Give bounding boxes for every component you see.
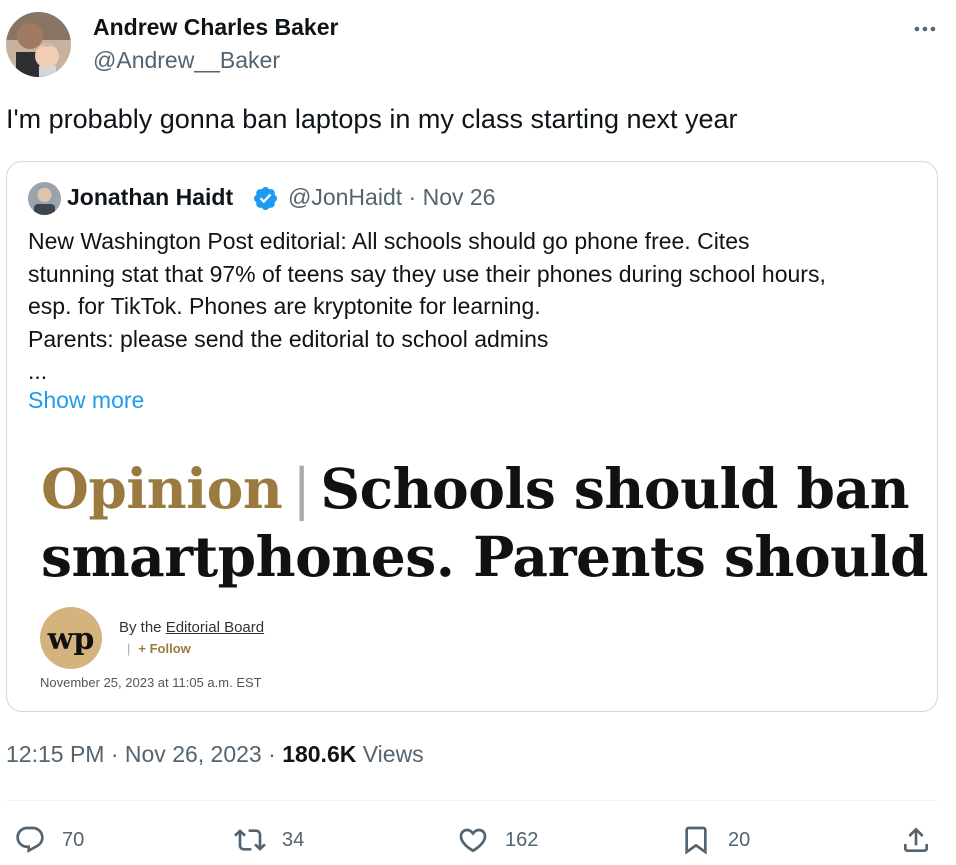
author-avatar[interactable] (6, 12, 71, 77)
like-button[interactable]: 162 (457, 822, 538, 858)
tweet-time[interactable]: 12:15 PM (6, 741, 104, 767)
tweet-text: I'm probably gonna ban laptops in my cla… (6, 104, 738, 134)
tweet-meta: 12:15 PM · Nov 26, 2023 · 180.6K Views (6, 741, 424, 768)
views-label: Views (362, 741, 424, 767)
svg-text:wp: wp (47, 622, 95, 657)
divider (6, 800, 938, 801)
byline-prefix: By the (119, 619, 162, 636)
quote-text: New Washington Post editorial: All schoo… (28, 225, 928, 388)
follow-separator: | (127, 641, 131, 656)
heart-icon (457, 824, 489, 856)
author-name[interactable]: Andrew Charles Baker (93, 14, 338, 41)
like-count: 162 (505, 828, 539, 851)
headline-separator: | (292, 457, 311, 521)
retweet-count: 34 (282, 828, 305, 851)
quote-text-line: New Washington Post editorial: All schoo… (28, 228, 750, 254)
retweet-button[interactable]: 34 (234, 822, 304, 858)
bookmark-count: 20 (728, 828, 751, 851)
headline-line-1: Schools should ban (320, 456, 910, 521)
quote-text-ellipsis: ... (28, 358, 48, 384)
more-options-icon[interactable] (908, 14, 940, 44)
follow-button[interactable]: + Follow (138, 641, 190, 656)
quote-text-line: esp. for TikTok. Phones are kryptonite f… (28, 293, 541, 319)
article-byline: By the Editorial Board (119, 619, 264, 636)
tweet-date[interactable]: Nov 26, 2023 (125, 741, 262, 767)
quote-text-line: stunning stat that 97% of teens say they… (28, 260, 826, 287)
quoted-tweet[interactable]: Jonathan Haidt @JonHaidt · Nov 26 New Wa… (6, 161, 938, 712)
quote-author-name[interactable]: Jonathan Haidt (67, 184, 233, 211)
quote-handle-date[interactable]: @JonHaidt · Nov 26 (288, 184, 495, 211)
meta-separator: · (268, 741, 276, 767)
share-icon (900, 824, 932, 856)
washington-post-logo-icon: wp (40, 607, 102, 669)
article-date: November 25, 2023 at 11:05 a.m. EST (40, 675, 262, 690)
reply-button[interactable]: 70 (14, 822, 84, 858)
meta-separator: · (110, 741, 119, 767)
views-count: 180.6K (282, 741, 357, 767)
quote-author-avatar[interactable] (28, 182, 61, 215)
show-more-link[interactable]: Show more (28, 387, 144, 414)
verified-badge-icon (252, 185, 279, 212)
quote-date[interactable]: Nov 26 (423, 184, 496, 210)
reply-count: 70 (62, 828, 85, 851)
author-handle[interactable]: @Andrew__Baker (93, 47, 280, 74)
bookmark-icon (680, 824, 712, 856)
tweet-header: Andrew Charles Baker @Andrew__Baker (0, 0, 956, 90)
byline-author-link[interactable]: Editorial Board (166, 619, 264, 636)
headline-line-2: smartphones. Parents should help. (41, 524, 937, 589)
article-headline: Opinion | Schools should ban smartphones. … (41, 455, 937, 590)
follow-row: | + Follow (127, 641, 191, 656)
retweet-icon (234, 824, 266, 856)
reply-icon (14, 824, 46, 856)
opinion-label: Opinion (41, 456, 283, 521)
quote-author-handle[interactable]: @JonHaidt (288, 184, 402, 210)
share-button[interactable] (900, 822, 932, 858)
bookmark-button[interactable]: 20 (680, 822, 750, 858)
quote-text-line: Parents: please send the editorial to sc… (28, 325, 549, 352)
